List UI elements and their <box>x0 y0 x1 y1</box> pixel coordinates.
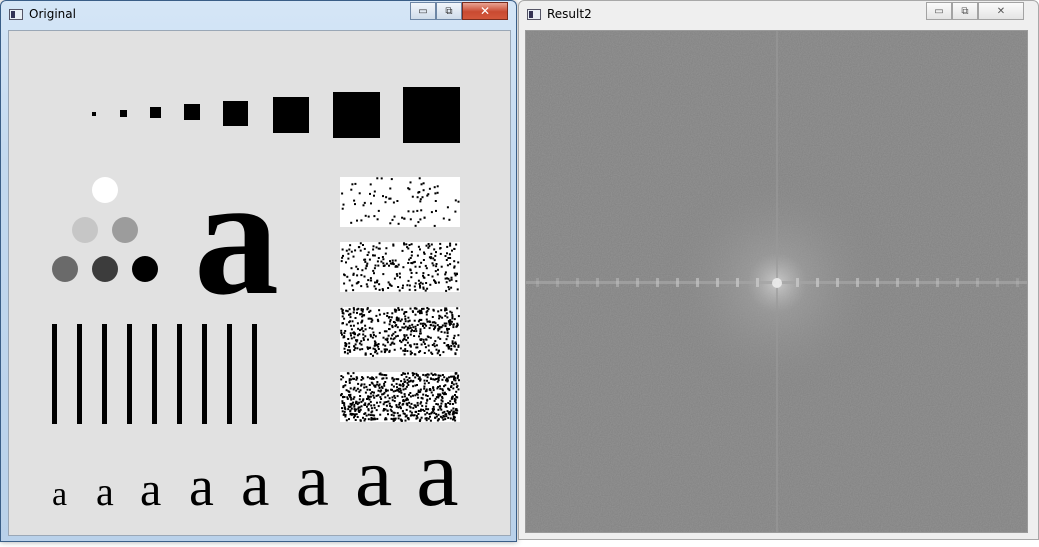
bar-8 <box>227 324 232 424</box>
noise-block-1 <box>340 177 460 227</box>
square-6 <box>273 97 309 133</box>
bar-6 <box>177 324 182 424</box>
bar-7 <box>202 324 207 424</box>
letter-a-1: a <box>52 476 67 513</box>
harmonic-dot <box>816 278 819 287</box>
harmonic-dot <box>976 278 979 287</box>
square-1 <box>92 112 96 116</box>
close-button[interactable]: ✕ <box>978 2 1024 20</box>
minimize-button[interactable]: ▭ <box>926 2 952 20</box>
circle-mid-gray <box>112 217 138 243</box>
circle-black <box>132 256 158 282</box>
harmonic-dot <box>676 278 679 287</box>
harmonic-dot <box>596 278 599 287</box>
bar-5 <box>152 324 157 424</box>
harmonic-dot <box>736 278 739 287</box>
close-button[interactable]: ✕ <box>462 2 508 20</box>
noise-block-2 <box>340 242 460 292</box>
circle-dark-gray <box>52 256 78 282</box>
gray-circles <box>52 177 158 282</box>
window-app-icon[interactable] <box>9 9 23 20</box>
original-image-canvas: a aaaaaaaa <box>8 30 511 536</box>
original-window[interactable]: Original ▭ ⧉ ✕ a a a a a a a a a <box>0 0 517 542</box>
letter-a-7: a <box>355 431 392 524</box>
harmonic-dot <box>656 278 659 287</box>
square-8 <box>403 87 460 143</box>
square-series <box>92 87 460 143</box>
harmonic-dot <box>876 278 879 287</box>
result-window[interactable]: Result2 ▭ ⧉ ✕ <box>518 0 1039 540</box>
window-title: Result2 <box>547 7 592 21</box>
maximize-button[interactable]: ⧉ <box>952 2 978 20</box>
harmonic-dot <box>616 278 619 287</box>
maximize-button[interactable]: ⧉ <box>436 2 462 20</box>
harmonic-dot <box>716 278 719 287</box>
harmonic-dot <box>956 278 959 287</box>
bar-4 <box>127 324 132 424</box>
square-5 <box>223 101 248 126</box>
noise-blocks <box>340 177 460 422</box>
bar-3 <box>102 324 107 424</box>
circle-white <box>92 177 118 203</box>
square-7 <box>333 92 380 138</box>
harmonic-dot <box>856 278 859 287</box>
bar-9 <box>252 324 257 424</box>
circle-light-gray <box>72 217 98 243</box>
fourier-spectrum-image <box>526 31 1027 532</box>
letter-a-6: a <box>296 440 329 522</box>
letter-a-4: a <box>189 456 214 518</box>
noise-block-3 <box>340 307 460 357</box>
square-4 <box>184 104 200 120</box>
letter-a-8: a <box>416 419 459 526</box>
square-2 <box>120 110 127 117</box>
bar-1 <box>52 324 57 424</box>
circle-darker-gray <box>92 256 118 282</box>
harmonic-dot <box>896 278 899 287</box>
harmonic-dot <box>556 278 559 287</box>
vertical-bars <box>52 324 257 424</box>
window-app-icon[interactable] <box>527 9 541 20</box>
harmonic-dot <box>756 278 759 287</box>
spectrum-image-canvas <box>525 30 1028 533</box>
minimize-button[interactable]: ▭ <box>410 2 436 20</box>
harmonic-dot <box>916 278 919 287</box>
bar-2 <box>77 324 82 424</box>
noise-block-4 <box>340 372 460 422</box>
harmonic-dot <box>1016 278 1019 287</box>
square-3 <box>150 107 161 118</box>
harmonic-dot <box>996 278 999 287</box>
letter-a-3: a <box>140 463 161 516</box>
harmonic-dot <box>796 278 799 287</box>
large-letter-a: a <box>194 142 279 330</box>
letter-a-2: a <box>96 469 114 514</box>
letter-a-5: a <box>241 448 269 519</box>
harmonic-dot <box>536 278 539 287</box>
spectrum-dc-peak <box>772 278 782 288</box>
harmonic-dot <box>936 278 939 287</box>
window-title: Original <box>29 7 76 21</box>
letter-size-series: aaaaaaaa <box>52 419 459 526</box>
test-pattern-image: a aaaaaaaa <box>52 87 460 526</box>
harmonic-dot <box>836 278 839 287</box>
harmonic-dot <box>636 278 639 287</box>
harmonic-dot <box>696 278 699 287</box>
harmonic-dot <box>576 278 579 287</box>
